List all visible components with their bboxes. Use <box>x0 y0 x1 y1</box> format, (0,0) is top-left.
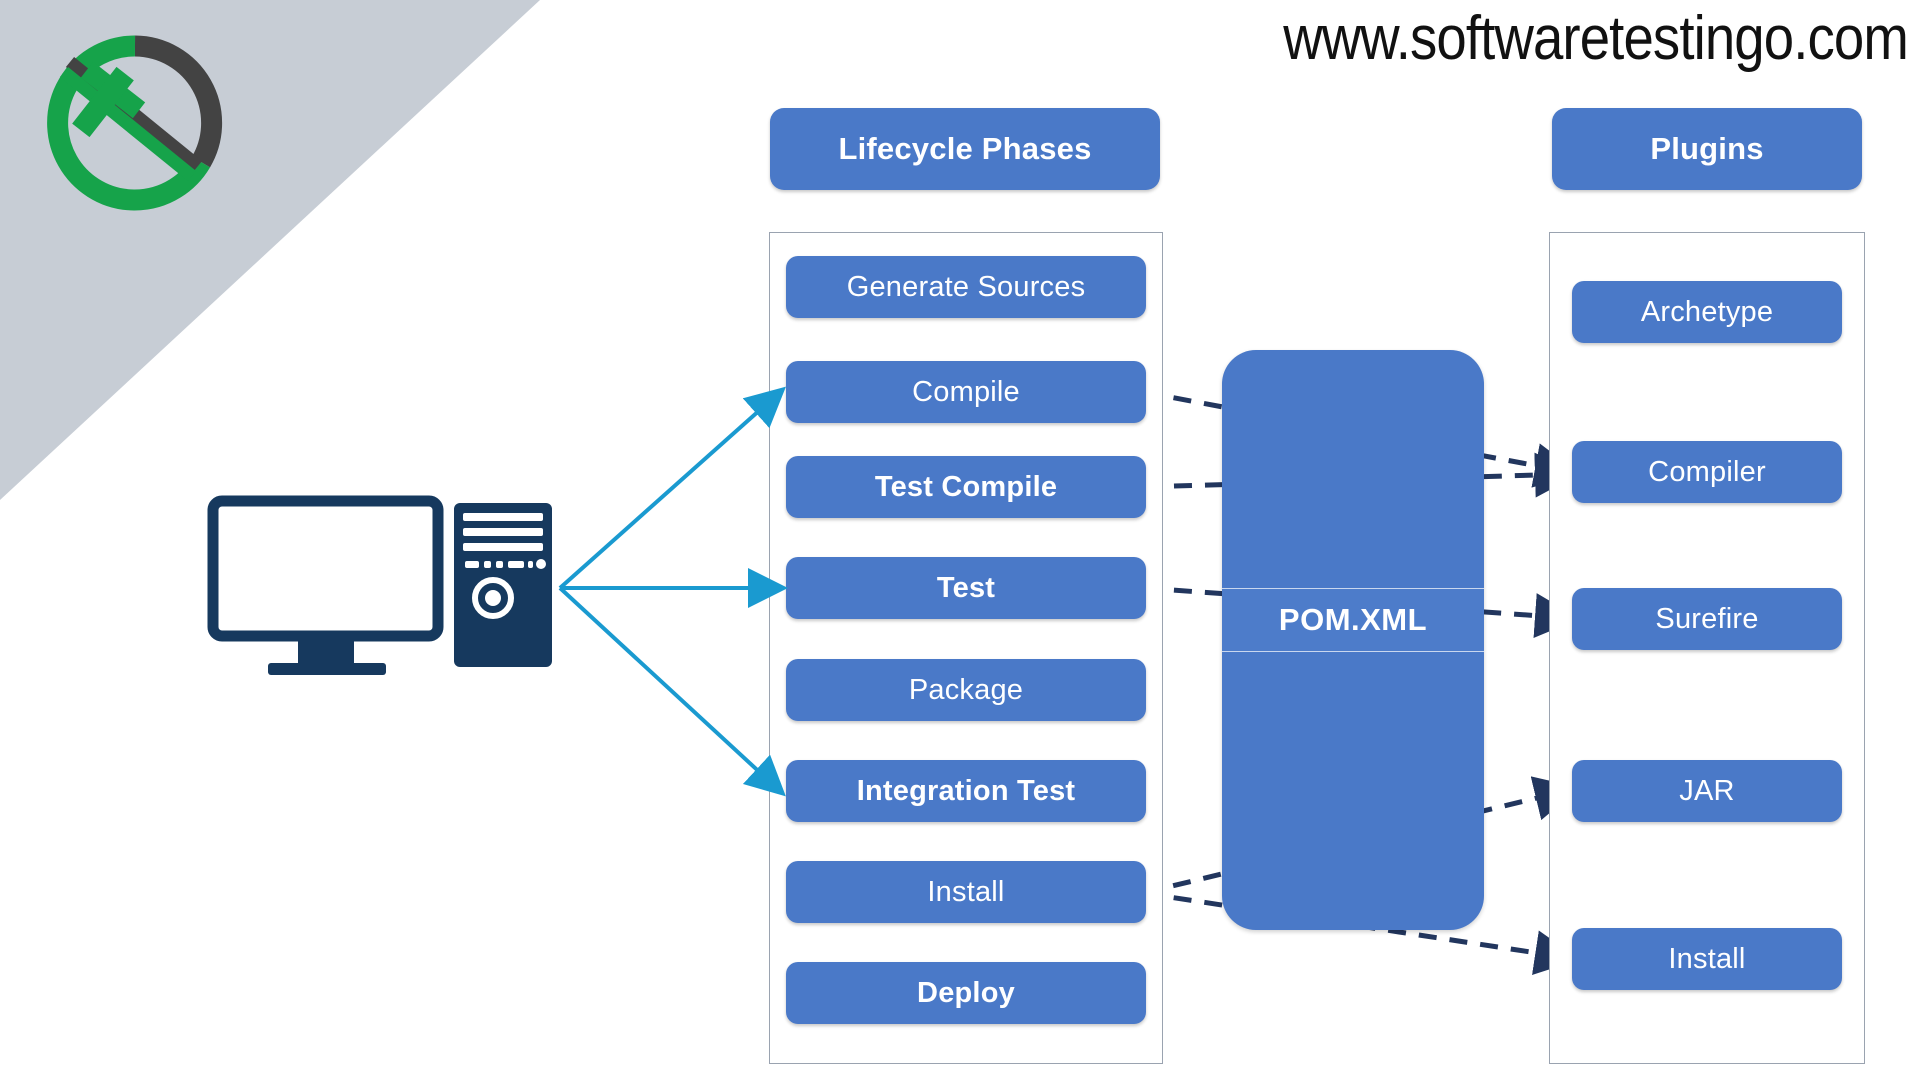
plugin-compiler[interactable]: Compiler <box>1572 441 1842 503</box>
plugin-surefire[interactable]: Surefire <box>1572 588 1842 650</box>
site-watermark: www.softwaretestingo.com <box>1283 4 1909 73</box>
lifecycle-phases-frame <box>769 232 1163 1064</box>
pom-xml-label-band: POM.XML <box>1222 588 1484 652</box>
softwaretestingo-logo <box>40 28 230 218</box>
plugins-header: Plugins <box>1552 108 1862 190</box>
connector-computer-to-compile <box>558 386 786 590</box>
plugin-install[interactable]: Install <box>1572 928 1842 990</box>
plugin-archetype[interactable]: Archetype <box>1572 281 1842 343</box>
pom-xml-node[interactable]: POM.XML <box>1222 350 1484 930</box>
phase-compile[interactable]: Compile <box>786 361 1146 423</box>
connector-computer-to-integration-test <box>558 586 786 797</box>
phase-test-compile[interactable]: Test Compile <box>786 456 1146 518</box>
lifecycle-phases-header: Lifecycle Phases <box>770 108 1160 190</box>
developer-computer-icon <box>205 495 555 675</box>
phase-test[interactable]: Test <box>786 557 1146 619</box>
plugin-jar[interactable]: JAR <box>1572 760 1842 822</box>
diagram-canvas: www.softwaretestingo.com Lifecycle Phase… <box>0 0 1920 1080</box>
phase-deploy[interactable]: Deploy <box>786 962 1146 1024</box>
phase-integration-test[interactable]: Integration Test <box>786 760 1146 822</box>
phase-package[interactable]: Package <box>786 659 1146 721</box>
phase-install[interactable]: Install <box>786 861 1146 923</box>
phase-generate-sources[interactable]: Generate Sources <box>786 256 1146 318</box>
pom-xml-label: POM.XML <box>1278 602 1428 637</box>
